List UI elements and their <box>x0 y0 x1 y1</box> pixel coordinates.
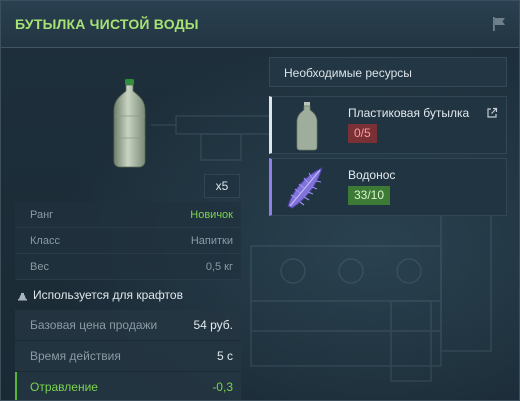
resource-name: Водонос <box>348 168 396 182</box>
property-label: Базовая цена продажи <box>30 318 158 332</box>
quantity-badge: x5 <box>204 174 240 198</box>
property-value-duration: 5 с <box>216 349 233 363</box>
resource-count-badge: 33/10 <box>348 186 391 205</box>
stat-value-rank: Новичок <box>190 208 233 221</box>
stats-table: Ранг Новичок Класс Напитки Вес 0,5 кг <box>15 202 241 280</box>
crafting-note: Используется для крафтов <box>15 282 243 308</box>
property-row-price: Базовая цена продажи 54 руб. <box>15 310 241 341</box>
panel-header: БУТЫЛКА ЧИСТОЙ ВОДЫ <box>1 1 519 48</box>
external-link-icon[interactable] <box>486 107 498 119</box>
stat-value-weight: 0,5 кг <box>205 260 233 273</box>
resource-name: Пластиковая бутылка <box>348 106 470 120</box>
property-label: Отравление <box>30 380 98 394</box>
property-value-price: 54 руб. <box>193 318 233 332</box>
stat-row-rank: Ранг Новичок <box>15 202 241 228</box>
property-value-poison: -0,3 <box>212 380 233 394</box>
property-row-poison: Отравление -0,3 <box>15 372 241 400</box>
resource-count-badge: 0/5 <box>348 124 377 143</box>
properties-table: Базовая цена продажи 54 руб. Время дейст… <box>15 310 241 400</box>
stat-label: Вес <box>30 260 49 273</box>
item-panel: БУТЫЛКА ЧИСТОЙ ВОДЫ x5 Ранг Новичок Клас… <box>0 0 520 401</box>
crafting-icon <box>18 292 27 300</box>
stat-label: Ранг <box>30 208 54 221</box>
stat-row-weight: Вес 0,5 кг <box>15 254 241 280</box>
resource-item-vodonos[interactable]: Водонос 33/10 <box>269 158 507 216</box>
item-info: x5 Ранг Новичок Класс Напитки Вес 0,5 кг… <box>15 56 251 400</box>
plastic-bottle-icon <box>296 102 318 151</box>
crafting-note-text: Используется для крафтов <box>33 288 183 302</box>
flag-icon[interactable] <box>491 16 507 32</box>
vodonos-artifact-icon <box>287 167 323 209</box>
item-title: БУТЫЛКА ЧИСТОЙ ВОДЫ <box>15 16 199 32</box>
resource-item-plastic-bottle[interactable]: Пластиковая бутылка 0/5 <box>269 96 507 154</box>
property-label: Время действия <box>30 349 121 363</box>
property-row-duration: Время действия 5 с <box>15 341 241 372</box>
stat-label: Класс <box>30 234 60 247</box>
stat-row-class: Класс Напитки <box>15 228 241 254</box>
resources-heading: Необходимые ресурсы <box>269 57 507 87</box>
stat-value-class: Напитки <box>190 234 233 247</box>
